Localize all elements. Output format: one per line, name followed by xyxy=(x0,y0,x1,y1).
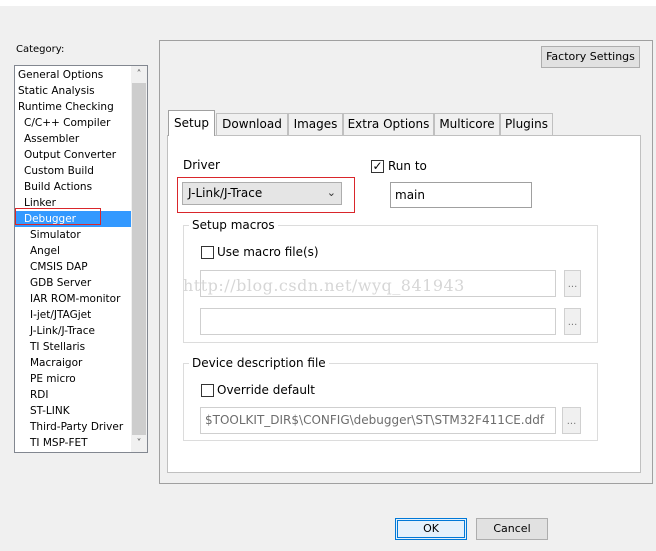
category-item[interactable]: Simulator xyxy=(15,227,131,243)
category-list[interactable]: General Options Static Analysis Runtime Ch… xyxy=(14,65,148,453)
driver-select[interactable]: J-Link/J-Trace ⌄ xyxy=(182,182,342,205)
category-scrollbar[interactable]: ˄ ˅ xyxy=(131,66,147,452)
category-item[interactable]: IAR ROM-monitor xyxy=(15,291,131,307)
category-item[interactable]: Third-Party Driver xyxy=(15,419,131,435)
debugger-highlight-box xyxy=(15,208,101,225)
category-item[interactable]: Output Converter xyxy=(15,147,131,163)
tab-multicore[interactable]: Multicore xyxy=(434,113,500,135)
category-item[interactable]: TI Stellaris xyxy=(15,339,131,355)
driver-select-value: J-Link/J-Trace xyxy=(188,186,263,200)
scroll-down-icon[interactable]: ˅ xyxy=(131,436,147,452)
scroll-up-icon[interactable]: ˄ xyxy=(131,67,147,83)
device-description-path-input[interactable]: $TOOLKIT_DIR$\CONFIG\debugger\ST\STM32F4… xyxy=(200,407,556,434)
category-item[interactable]: TI MSP-FET xyxy=(15,435,131,451)
checkmark-icon: ✓ xyxy=(372,159,383,173)
tab-download[interactable]: Download xyxy=(216,113,288,135)
category-item[interactable]: RDI xyxy=(15,387,131,403)
category-item[interactable]: CMSIS DAP xyxy=(15,259,131,275)
category-item[interactable]: GDB Server xyxy=(15,275,131,291)
setup-macros-title: Setup macros xyxy=(189,218,278,232)
cancel-button[interactable]: Cancel xyxy=(476,518,548,540)
run-to-checkbox[interactable]: ✓ xyxy=(371,159,384,173)
ok-button[interactable]: OK xyxy=(395,518,467,540)
category-item[interactable]: Custom Build xyxy=(15,163,131,179)
tab-setup[interactable]: Setup xyxy=(168,110,215,136)
category-item[interactable]: Build Actions xyxy=(15,179,131,195)
category-item[interactable]: ST-LINK xyxy=(15,403,131,419)
tab-extra-options[interactable]: Extra Options xyxy=(343,113,434,135)
driver-label: Driver xyxy=(183,158,220,172)
macro-browse-button-2[interactable]: ... xyxy=(564,308,581,335)
override-default-checkbox[interactable] xyxy=(201,384,214,397)
run-to-label: Run to xyxy=(388,159,427,173)
category-item[interactable]: I-jet/JTAGjet xyxy=(15,307,131,323)
device-description-title: Device description file xyxy=(189,356,329,370)
category-item[interactable]: J-Link/J-Trace xyxy=(15,323,131,339)
run-to-input[interactable]: main xyxy=(390,182,532,208)
category-item[interactable]: Assembler xyxy=(15,131,131,147)
tab-plugins[interactable]: Plugins xyxy=(500,113,553,135)
use-macro-label: Use macro file(s) xyxy=(217,245,319,259)
category-item[interactable]: C/C++ Compiler xyxy=(15,115,131,131)
scroll-thumb[interactable] xyxy=(132,83,146,435)
factory-settings-button[interactable]: Factory Settings xyxy=(541,46,640,68)
override-default-label: Override default xyxy=(217,383,315,397)
macro-file-input-1[interactable] xyxy=(200,270,556,297)
tab-images[interactable]: Images xyxy=(288,113,343,135)
category-item[interactable]: Angel xyxy=(15,243,131,259)
category-item[interactable]: General Options xyxy=(15,67,131,83)
category-label: Category: xyxy=(16,44,65,55)
macro-file-input-2[interactable] xyxy=(200,308,556,335)
category-item[interactable]: PE micro xyxy=(15,371,131,387)
device-browse-button[interactable]: ... xyxy=(562,407,581,434)
category-item[interactable]: Macraigor xyxy=(15,355,131,371)
chevron-down-icon: ⌄ xyxy=(326,186,336,199)
category-item[interactable]: Static Analysis xyxy=(15,83,131,99)
category-item[interactable]: Runtime Checking xyxy=(15,99,131,115)
use-macro-checkbox[interactable] xyxy=(201,246,214,259)
window-top-strip xyxy=(0,0,656,6)
macro-browse-button-1[interactable]: ... xyxy=(564,270,581,297)
